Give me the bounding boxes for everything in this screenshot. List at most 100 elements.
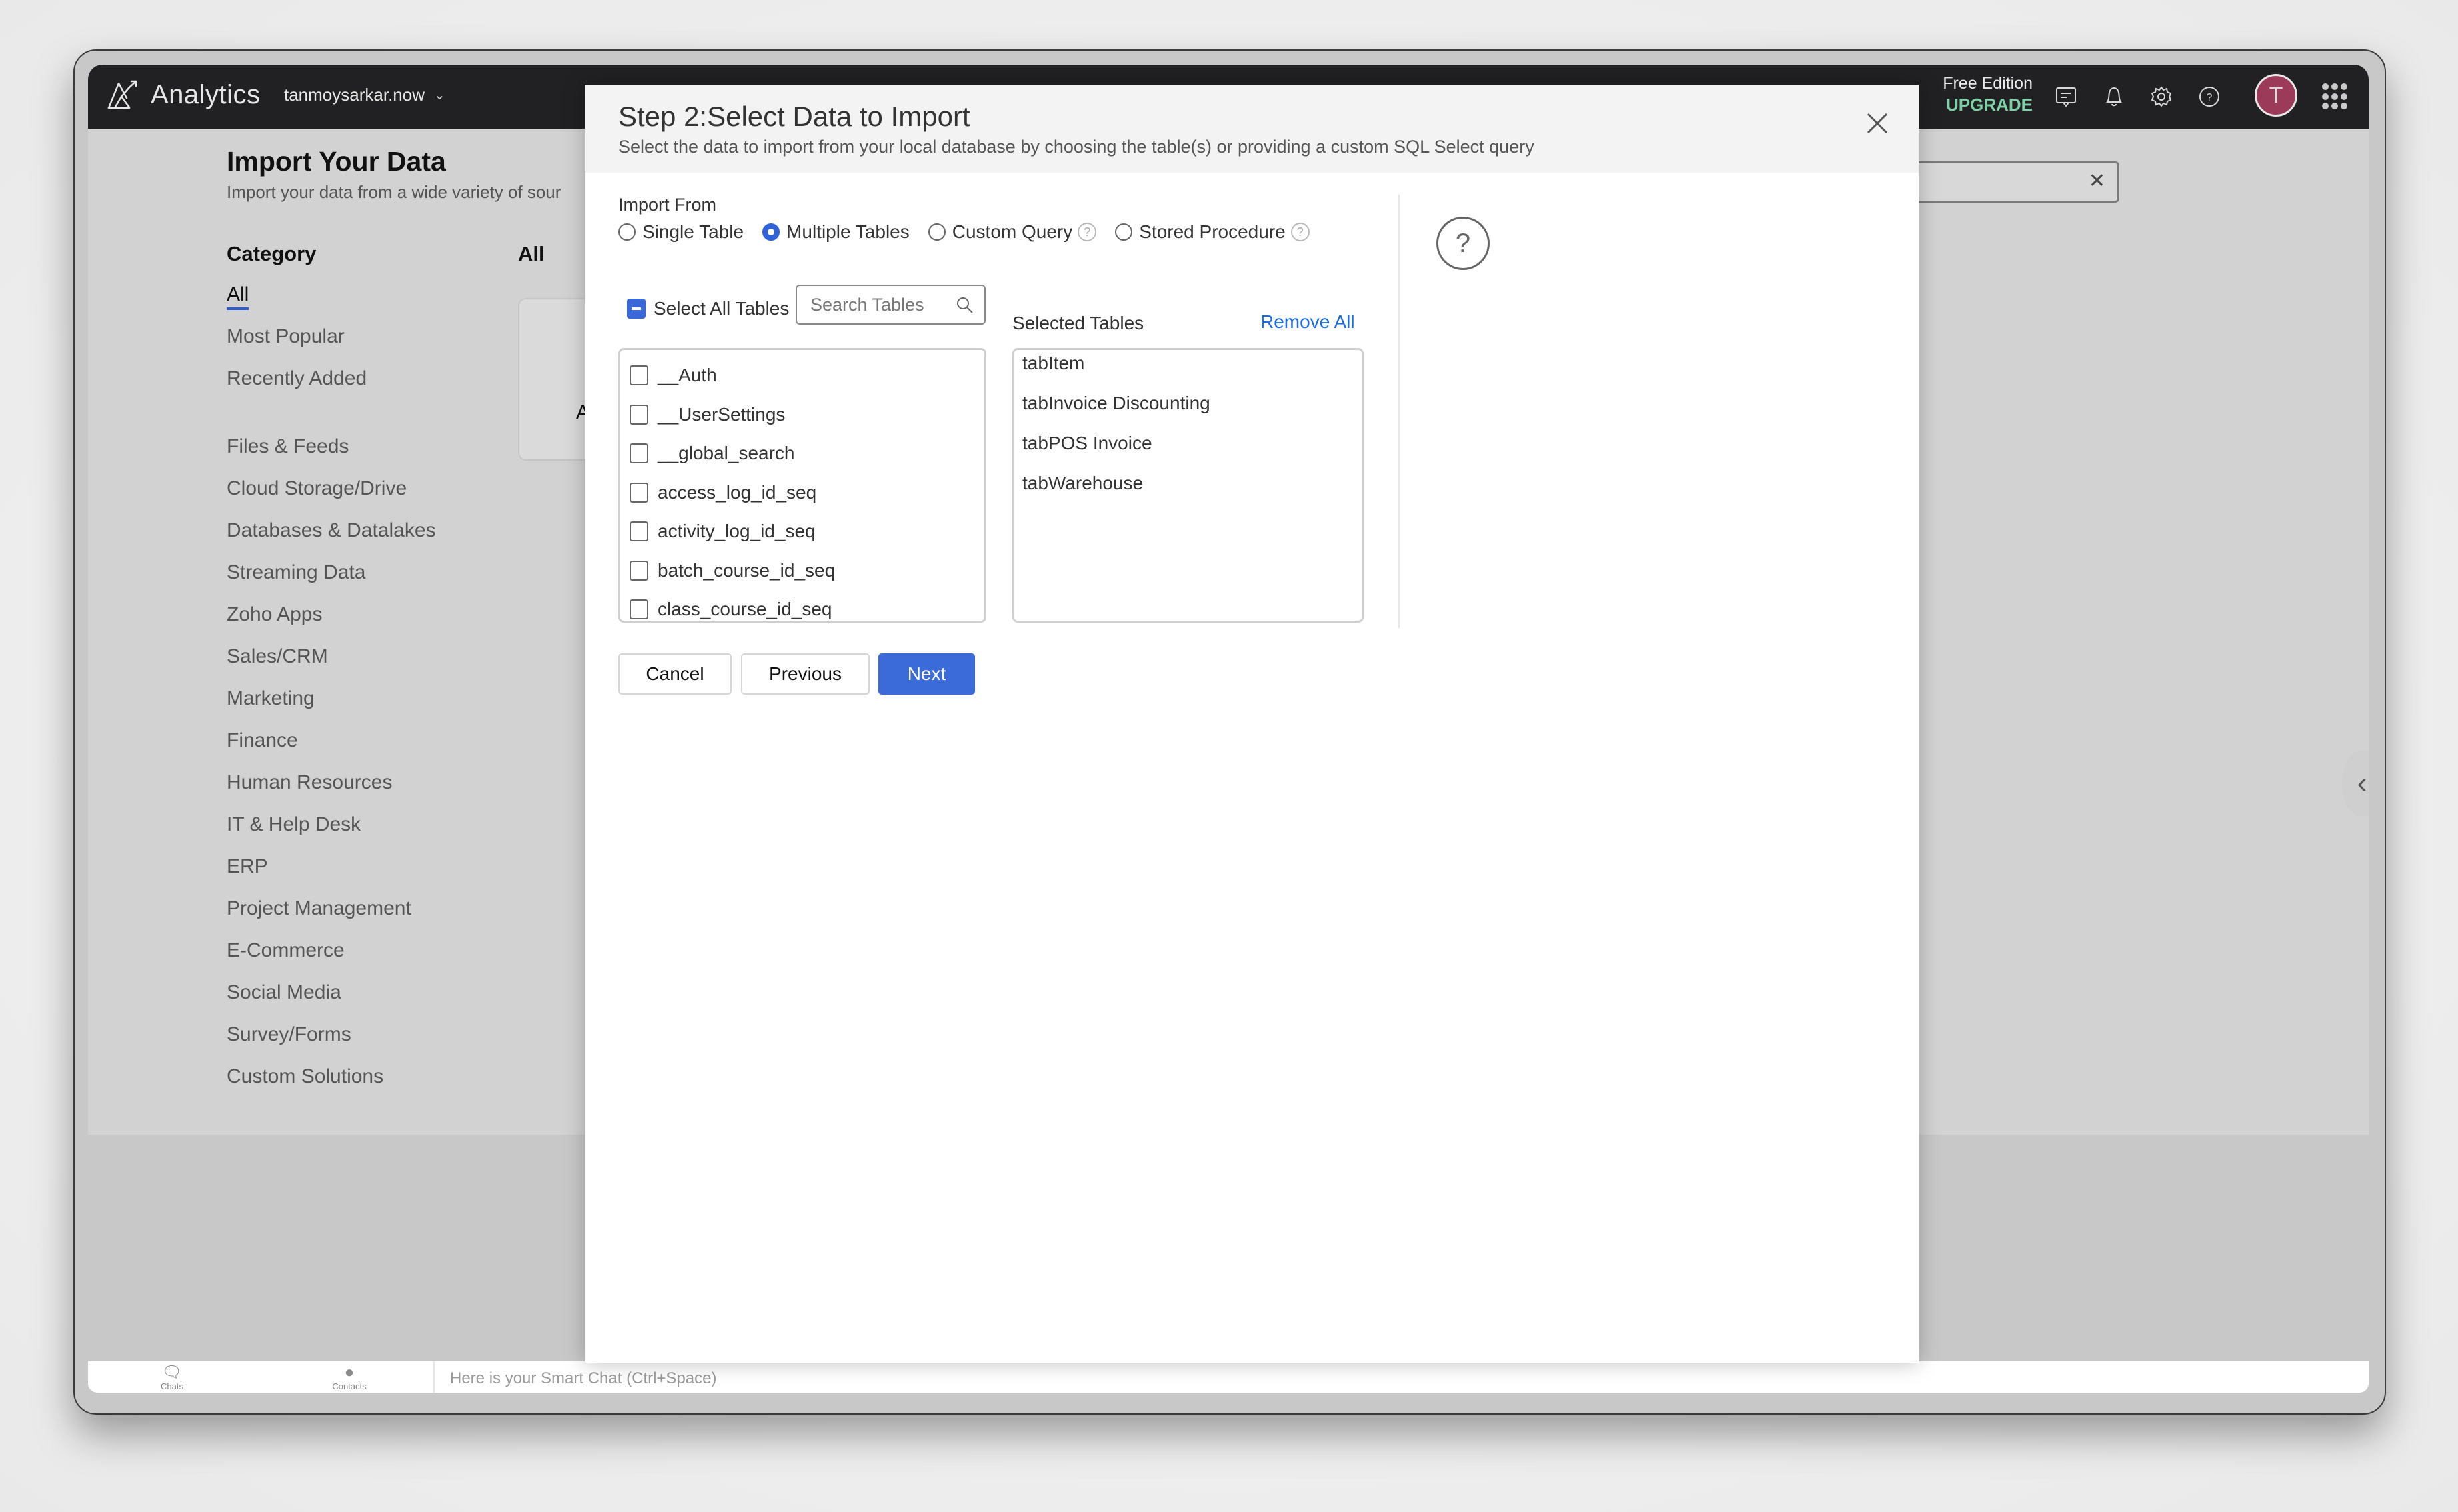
checkbox-icon[interactable] — [630, 521, 648, 541]
search-tables-field[interactable] — [796, 285, 986, 325]
radio-unselected-icon[interactable] — [1115, 223, 1133, 241]
radio-option[interactable]: Single Table — [618, 221, 744, 243]
next-button[interactable]: Next — [878, 653, 975, 695]
selected-tables-list[interactable]: tabItem tabInvoice Discounting tabPOS Invo… — [1012, 348, 1364, 623]
checkbox-icon[interactable] — [630, 482, 648, 503]
feedback-icon[interactable] — [2051, 82, 2081, 111]
category-item[interactable]: E-Commerce — [227, 939, 345, 962]
app-logo[interactable]: Analytics — [107, 79, 261, 110]
analytics-logo-icon — [107, 80, 137, 109]
radio-unselected-icon[interactable] — [928, 223, 946, 241]
category-item[interactable]: ERP — [227, 855, 268, 878]
category-item[interactable]: Databases & Datalakes — [227, 519, 436, 542]
selected-table-item[interactable]: tabPOS Invoice — [1022, 433, 1152, 454]
radio-label: Custom Query — [952, 221, 1073, 242]
table-list-item[interactable]: __UserSettings — [630, 404, 785, 425]
category-item[interactable]: Human Resources — [227, 771, 392, 794]
category-item[interactable]: Custom Solutions — [227, 1065, 383, 1088]
category-item[interactable]: Marketing — [227, 687, 315, 710]
table-list-item[interactable]: access_log_id_seq — [630, 482, 816, 503]
import-step2-dialog: Step 2:Select Data to Import Select the … — [585, 85, 1919, 1363]
chats-label: Chats — [161, 1381, 183, 1391]
cancel-button[interactable]: Cancel — [618, 653, 732, 695]
chats-tab[interactable]: 🗨 Chats — [132, 1363, 212, 1392]
category-item[interactable]: Cloud Storage/Drive — [227, 477, 407, 500]
category-item[interactable]: Social Media — [227, 981, 341, 1004]
checkbox-icon[interactable] — [630, 365, 648, 385]
selected-tables-label: Selected Tables — [1012, 313, 1144, 333]
available-tables-list[interactable]: __Auth __UserSettings __global_searchacces… — [618, 348, 986, 623]
search-icon[interactable] — [955, 295, 975, 315]
content-heading: All — [518, 242, 545, 265]
smart-chat-input[interactable]: Here is your Smart Chat (Ctrl+Space) — [450, 1369, 716, 1388]
import-from-label: Import From — [618, 195, 717, 215]
category-item[interactable]: Project Management — [227, 897, 411, 920]
table-list-item[interactable]: __global_search — [630, 443, 795, 464]
dialog-subtitle: Select the data to import from your loca… — [618, 137, 1534, 157]
help-icon[interactable]: ? — [2195, 82, 2224, 111]
table-list-item[interactable]: batch_course_id_seq — [630, 560, 835, 581]
select-all-label: Select All Tables — [654, 298, 790, 319]
question-help-icon[interactable]: ? — [1290, 223, 1310, 241]
table-name: __Auth — [658, 365, 717, 385]
checkbox-icon[interactable] — [630, 404, 648, 425]
category-heading: Category — [227, 242, 317, 265]
edition-label: Free Edition — [1943, 74, 2033, 93]
search-tables-input[interactable] — [809, 294, 952, 316]
import-from-radio-group: Single Table Multiple Tables Custom Query?… — [618, 221, 1328, 243]
vertical-divider — [1398, 195, 1400, 628]
contacts-tab[interactable]: ● Contacts — [309, 1363, 389, 1392]
table-list-item[interactable]: __Auth — [630, 365, 717, 386]
chat-bubble-icon: 🗨 — [161, 1363, 183, 1381]
table-list-item[interactable]: class_course_id_seq — [630, 599, 832, 620]
edition-info: Free Edition UPGRADE — [1939, 74, 2033, 115]
checkbox-icon[interactable] — [630, 599, 648, 619]
gear-icon[interactable] — [2147, 82, 2176, 111]
category-item[interactable]: All — [227, 283, 249, 310]
checkbox-icon[interactable] — [630, 560, 648, 581]
category-item[interactable]: Zoho Apps — [227, 603, 322, 626]
help-circle-icon[interactable]: ? — [1436, 217, 1490, 270]
category-item[interactable]: Files & Feeds — [227, 435, 349, 458]
category-item[interactable]: Recently Added — [227, 367, 367, 390]
upgrade-link[interactable]: UPGRADE — [1939, 95, 2033, 115]
selected-table-item[interactable]: tabItem — [1022, 353, 1084, 374]
smart-chat-bar: 🗨 Chats ● Contacts Here is your Smart Ch… — [88, 1361, 2369, 1393]
category-item[interactable]: IT & Help Desk — [227, 813, 361, 836]
dialog-title: Step 2:Select Data to Import — [618, 101, 970, 132]
clear-search-icon[interactable]: ✕ — [2089, 171, 2105, 191]
radio-selected-icon[interactable] — [762, 223, 780, 241]
bell-icon[interactable] — [2099, 82, 2129, 111]
question-help-icon[interactable]: ? — [1078, 223, 1097, 241]
table-list-item[interactable]: activity_log_id_seq — [630, 521, 816, 542]
remove-all-link[interactable]: Remove All — [1260, 311, 1355, 333]
org-switcher[interactable]: tanmoysarkar.now ⌄ — [284, 85, 445, 105]
category-item[interactable]: Most Popular — [227, 325, 345, 348]
table-name: __UserSettings — [658, 403, 786, 425]
select-all-tables-checkbox[interactable]: Select All Tables — [627, 298, 789, 319]
selected-table-item[interactable]: tabInvoice Discounting — [1022, 393, 1210, 414]
checkbox-indeterminate-icon — [627, 299, 646, 319]
selected-table-item[interactable]: tabWarehouse — [1022, 473, 1143, 494]
org-name: tanmoysarkar.now — [284, 85, 425, 105]
close-icon[interactable] — [1863, 109, 1892, 138]
collapse-panel-chevron-left-icon[interactable]: ‹ — [2342, 750, 2369, 817]
radio-label: Stored Procedure — [1139, 221, 1286, 242]
table-name: batch_course_id_seq — [658, 559, 836, 581]
radio-option[interactable]: Custom Query? — [928, 221, 1097, 243]
radio-option[interactable]: Multiple Tables — [762, 221, 910, 243]
apps-grid-icon[interactable] — [2322, 83, 2349, 110]
category-item[interactable]: Sales/CRM — [227, 645, 328, 668]
table-name: activity_log_id_seq — [658, 521, 816, 541]
user-avatar[interactable]: T — [2255, 74, 2297, 117]
radio-unselected-icon[interactable] — [618, 223, 636, 241]
category-item[interactable]: Survey/Forms — [227, 1023, 351, 1046]
person-icon: ● — [344, 1363, 355, 1381]
radio-option[interactable]: Stored Procedure? — [1115, 221, 1310, 243]
checkbox-icon[interactable] — [630, 443, 648, 463]
previous-button[interactable]: Previous — [741, 653, 870, 695]
category-item[interactable]: Streaming Data — [227, 561, 365, 584]
page-title: Import Your Data — [227, 146, 446, 177]
radio-label: Multiple Tables — [786, 221, 910, 242]
category-item[interactable]: Finance — [227, 729, 298, 752]
